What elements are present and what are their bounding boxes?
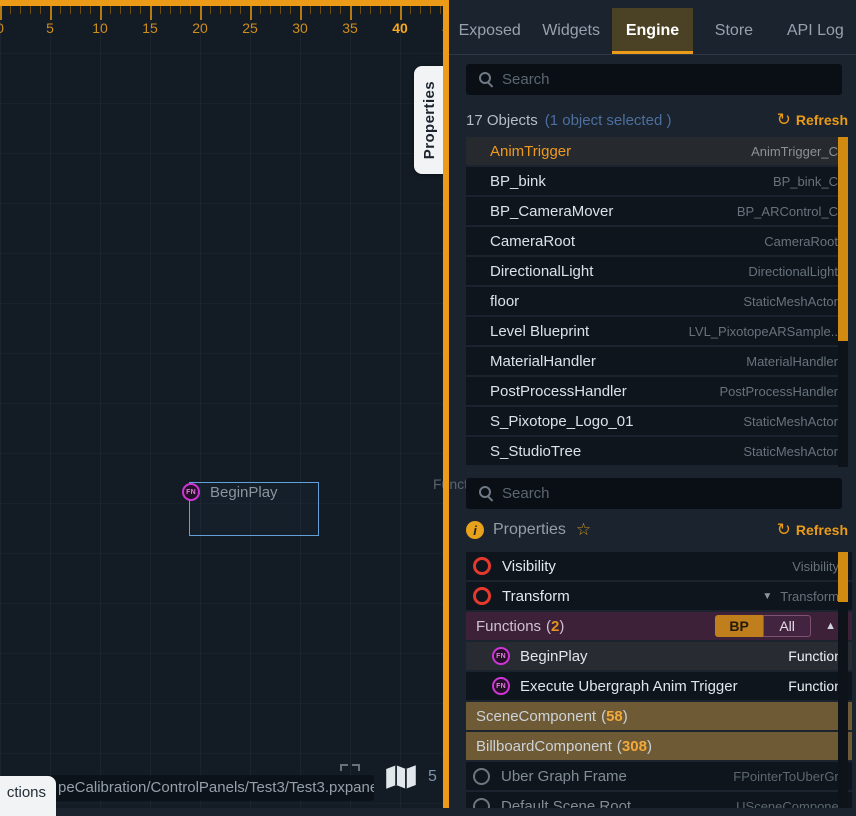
ruler-label: 40 bbox=[392, 20, 408, 36]
ruler-label: 25 bbox=[242, 20, 258, 36]
chevron-down-icon[interactable]: ▼ bbox=[762, 591, 772, 602]
functions-cut-label: ctions bbox=[7, 784, 46, 801]
property-row-transform[interactable]: Transform ▼ Transform bbox=[466, 582, 852, 610]
property-row-visibility[interactable]: Visibility Visibility bbox=[466, 552, 852, 580]
function-row-execute-ubergraph[interactable]: FN Execute Ubergraph Anim Trigger Functi… bbox=[466, 672, 852, 700]
objects-count: 17 Objects bbox=[466, 112, 538, 129]
functions-filter-bp-button[interactable]: BP bbox=[715, 615, 763, 637]
panel-file-path: peCalibration/ControlPanels/Test3/Test3.… bbox=[48, 775, 374, 801]
ruler-label: 5 bbox=[46, 20, 54, 36]
billboardcomponent-group-header[interactable]: BillboardComponent (308) bbox=[466, 732, 852, 760]
ruler-label: 30 bbox=[292, 20, 308, 36]
properties-refresh-button[interactable]: ↻ Refresh bbox=[777, 522, 848, 538]
object-row[interactable]: PostProcessHandler PostProcessHandler bbox=[466, 377, 848, 405]
billboardcomponent-count: (308) bbox=[617, 738, 652, 755]
properties-header: i Properties ☆ ↻ Refresh bbox=[466, 518, 848, 542]
objects-scrollbar-thumb[interactable] bbox=[838, 137, 848, 341]
object-row[interactable]: MaterialHandler MaterialHandler bbox=[466, 347, 848, 375]
property-circle-icon bbox=[473, 557, 491, 575]
panel-tab-bar: Exposed Widgets Engine Store API Log bbox=[449, 8, 856, 55]
object-row[interactable]: CameraRoot CameraRoot bbox=[466, 227, 848, 255]
objects-list: AnimTrigger AnimTrigger_C BP_bink BP_bin… bbox=[466, 137, 848, 467]
ruler-label: 0 bbox=[0, 20, 4, 36]
functions-count: (2) bbox=[546, 618, 564, 635]
properties-side-tab-label: Properties bbox=[421, 81, 438, 159]
fit-view-icon[interactable] bbox=[340, 764, 360, 779]
properties-search-input[interactable] bbox=[466, 478, 842, 509]
ruler-label: 20 bbox=[192, 20, 208, 36]
property-circle-icon bbox=[473, 798, 490, 809]
function-badge-icon: FN bbox=[492, 677, 510, 695]
info-icon: i bbox=[466, 521, 484, 539]
objects-scrollbar[interactable] bbox=[838, 137, 848, 467]
function-row-beginplay[interactable]: FN BeginPlay Function bbox=[466, 642, 852, 670]
properties-search-box bbox=[466, 478, 842, 509]
property-row-uber-graph-frame[interactable]: Uber Graph Frame FPointerToUberGra bbox=[466, 762, 852, 790]
graph-canvas[interactable]: 0 5 10 15 20 25 30 35 40 45 FN BeginPlay… bbox=[0, 0, 449, 808]
engine-panel: Functio Exposed Widgets Engine Store API… bbox=[449, 0, 856, 808]
selection-border-right bbox=[443, 0, 449, 808]
objects-search-input[interactable] bbox=[466, 64, 842, 95]
functions-group-header[interactable]: Functions (2) BP All ▲ bbox=[466, 612, 852, 640]
object-row[interactable]: AnimTrigger AnimTrigger_C bbox=[466, 137, 848, 165]
object-row[interactable]: S_Pixotope_Logo_01 StaticMeshActor bbox=[466, 407, 848, 435]
properties-list: Visibility Visibility Transform ▼ Transf… bbox=[466, 552, 852, 808]
ruler-major-ticks bbox=[0, 6, 449, 20]
object-row[interactable]: S_StudioTree StaticMeshActor bbox=[466, 437, 848, 465]
tab-exposed[interactable]: Exposed bbox=[449, 8, 530, 54]
objects-search-box bbox=[466, 64, 842, 95]
ruler-label: 10 bbox=[92, 20, 108, 36]
property-row-default-scene-root[interactable]: Default Scene Root USceneComponen bbox=[466, 792, 852, 808]
scenecomponent-group-header[interactable]: SceneComponent (58) bbox=[466, 702, 852, 730]
tab-api-log[interactable]: API Log bbox=[775, 8, 856, 54]
properties-title: Properties bbox=[493, 521, 566, 539]
refresh-icon: ↻ bbox=[777, 113, 791, 127]
property-circle-icon bbox=[473, 768, 490, 785]
scenecomponent-count: (58) bbox=[601, 708, 628, 725]
function-badge-icon: FN bbox=[492, 647, 510, 665]
tab-store[interactable]: Store bbox=[693, 8, 774, 54]
function-badge-icon: FN bbox=[182, 483, 200, 501]
chevron-up-icon[interactable]: ▲ bbox=[825, 620, 836, 632]
object-row[interactable]: DirectionalLight DirectionalLight bbox=[466, 257, 848, 285]
functions-cut-button[interactable]: ctions bbox=[0, 776, 56, 816]
properties-side-tab[interactable]: Properties bbox=[414, 66, 444, 174]
tab-widgets[interactable]: Widgets bbox=[530, 8, 611, 54]
objects-header: 17 Objects (1 object selected ) ↻ Refres… bbox=[466, 108, 848, 132]
favorite-star-icon[interactable]: ☆ bbox=[576, 520, 591, 540]
properties-scrollbar[interactable] bbox=[838, 552, 848, 808]
node-title: BeginPlay bbox=[210, 484, 278, 501]
ruler-label: 35 bbox=[342, 20, 358, 36]
object-row[interactable]: floor StaticMeshActor bbox=[466, 287, 848, 315]
objects-selected-count: (1 object selected ) bbox=[545, 112, 672, 129]
object-row[interactable]: BP_bink BP_bink_C bbox=[466, 167, 848, 195]
selection-border-top bbox=[0, 0, 449, 6]
begin-play-node[interactable]: FN BeginPlay bbox=[189, 482, 319, 536]
functions-filter-all-button[interactable]: All bbox=[763, 615, 811, 637]
ruler: 0 5 10 15 20 25 30 35 40 45 bbox=[0, 20, 449, 38]
properties-scrollbar-thumb[interactable] bbox=[838, 552, 848, 602]
property-circle-icon bbox=[473, 587, 491, 605]
minimap-count: 5 bbox=[428, 768, 437, 786]
refresh-icon: ↻ bbox=[777, 523, 791, 537]
object-row[interactable]: Level Blueprint LVL_PixotopeARSample.. bbox=[466, 317, 848, 345]
minimap-icon[interactable] bbox=[385, 764, 417, 795]
tab-engine[interactable]: Engine bbox=[612, 8, 693, 54]
object-row[interactable]: BP_CameraMover BP_ARControl_C bbox=[466, 197, 848, 225]
ruler-label: 15 bbox=[142, 20, 158, 36]
objects-refresh-button[interactable]: ↻ Refresh bbox=[777, 112, 848, 128]
